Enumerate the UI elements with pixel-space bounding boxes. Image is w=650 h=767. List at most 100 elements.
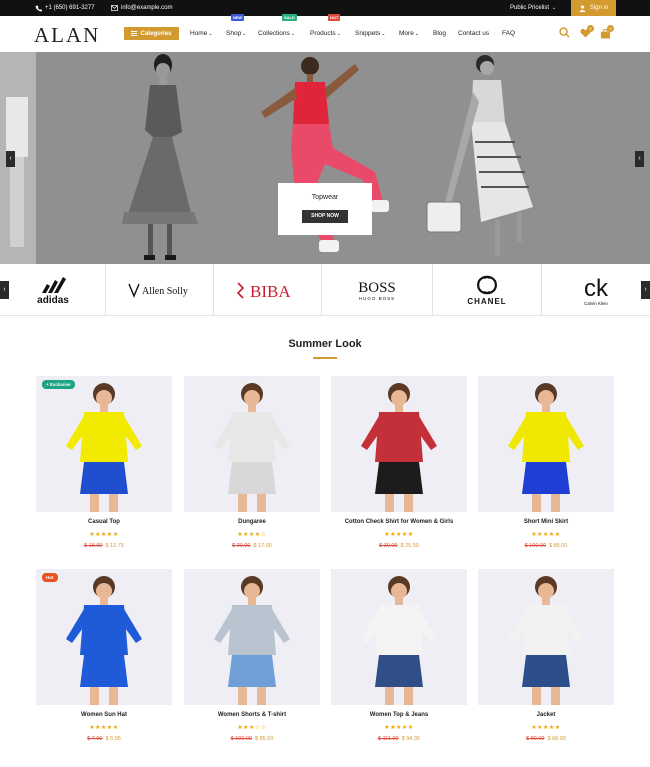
nav-label: More xyxy=(399,30,414,37)
top-bar: +1 (650) 691-3277 info@example.com Publi… xyxy=(0,0,650,16)
nav-products[interactable]: Products⌄ xyxy=(310,30,341,37)
sale-price: $ 94.35 xyxy=(401,736,420,742)
brand-adidas[interactable]: adidas xyxy=(0,264,105,316)
model-figure xyxy=(508,576,584,705)
sale-price: $ 85.00 xyxy=(255,736,274,742)
brand-name: CHANEL xyxy=(467,297,506,306)
email-contact[interactable]: info@example.com xyxy=(111,0,172,16)
rating-stars-icon: ★★★★★ xyxy=(531,725,561,731)
brand-allen-solly[interactable]: Allen Solly xyxy=(105,264,213,316)
product-image[interactable] xyxy=(478,376,614,512)
product-image[interactable] xyxy=(331,376,467,512)
chevron-down-icon: ⌄ xyxy=(208,31,213,37)
brand-carousel: adidas Allen Solly BIBA BOSS HUGO BOSS C… xyxy=(0,264,650,316)
product-card[interactable]: Women Shorts & T-shirt ★★★☆☆ $ 100.00 $ 85.… xyxy=(184,569,320,749)
product-name[interactable]: Women Sun Hat xyxy=(36,712,172,718)
product-card[interactable]: Hot Women Sun Hat ★★★★★ $ 7.00 $ 5.95 xyxy=(36,569,172,749)
brand-biba[interactable]: BIBA xyxy=(213,264,321,316)
categories-button[interactable]: Categories xyxy=(124,27,179,40)
model-grey-dress xyxy=(122,54,198,260)
rating-stars-icon: ★★★★★ xyxy=(384,725,414,731)
allen-solly-logo: Allen Solly xyxy=(127,283,187,298)
brand-calvin-klein[interactable]: ck Calvin Klein xyxy=(541,264,650,316)
title-underline xyxy=(313,357,337,359)
product-name[interactable]: Jacket xyxy=(478,712,614,718)
product-price: $ 111.00 $ 94.35 xyxy=(331,736,467,742)
product-tag-badge: + Exclusive xyxy=(42,380,75,389)
product-image[interactable] xyxy=(36,376,172,512)
nav-more[interactable]: More⌄ xyxy=(399,30,419,37)
product-name[interactable]: Short Mini Skirt xyxy=(478,519,614,525)
product-card[interactable]: + Exclusive Casual Top ★★★★★ $ 15.00 $ 12.75 xyxy=(36,376,172,556)
hero-prev-arrow[interactable]: ‹ xyxy=(6,151,15,167)
product-image[interactable] xyxy=(184,569,320,705)
user-icon xyxy=(579,5,586,12)
sale-price: $ 17.00 xyxy=(253,543,272,549)
shop-now-button[interactable]: SHOP NOW xyxy=(302,210,348,223)
product-name[interactable]: Women Shorts & T-shirt xyxy=(184,712,320,718)
hero-next-arrow[interactable]: › xyxy=(635,151,644,167)
chanel-logo: CHANEL xyxy=(467,275,506,306)
product-image[interactable] xyxy=(478,569,614,705)
email-icon xyxy=(111,5,118,11)
product-card[interactable]: Jacket ★★★★★ $ 80.00 $ 68.00 xyxy=(478,569,614,749)
nav-contact[interactable]: Contact us xyxy=(458,30,489,37)
sign-in-label: Sign in xyxy=(589,5,609,11)
phone-contact[interactable]: +1 (650) 691-3277 xyxy=(35,0,95,16)
product-name[interactable]: Cotton Check Shirt for Women & Girls xyxy=(331,519,467,525)
brand-name: BIBA xyxy=(250,282,291,301)
brand-chanel[interactable]: CHANEL xyxy=(432,264,541,316)
pricelist-dropdown[interactable]: Public Pricelist ⌄ xyxy=(510,0,556,16)
model-figure xyxy=(214,383,290,512)
product-card[interactable]: Dungaree ★★★★☆ $ 20.00 $ 17.00 xyxy=(184,376,320,556)
brand-boss[interactable]: BOSS HUGO BOSS xyxy=(321,264,432,316)
sale-price: $ 5.95 xyxy=(105,736,121,742)
wishlist-count-badge: 0 xyxy=(587,25,594,32)
nav-label: Products xyxy=(310,30,336,37)
chevron-down-icon: ⌄ xyxy=(414,31,420,37)
product-card[interactable]: Women Top & Jeans ★★★★★ $ 111.00 $ 94.35 xyxy=(331,569,467,749)
nav-home[interactable]: Home⌄ xyxy=(190,30,213,37)
nav-collections[interactable]: Collections⌄ xyxy=(258,30,295,37)
nav-shop[interactable]: Shop⌄ xyxy=(226,30,246,37)
nav-snippets[interactable]: Snippets⌄ xyxy=(355,30,386,37)
product-card[interactable]: Cotton Check Shirt for Women & Girls ★★★★… xyxy=(331,376,467,556)
product-image[interactable] xyxy=(331,569,467,705)
sale-price: $ 85.00 xyxy=(549,543,568,549)
product-image[interactable] xyxy=(36,569,172,705)
hot-badge: HOT xyxy=(328,14,341,21)
rating-stars-icon: ★★★★★ xyxy=(384,532,414,538)
product-image[interactable] xyxy=(184,376,320,512)
nav-label: Snippets xyxy=(355,30,381,37)
cart-count-badge: 0 xyxy=(607,25,614,32)
model-figure xyxy=(361,383,437,512)
product-price: $ 100.00 $ 85.00 xyxy=(478,543,614,549)
chevron-down-icon: ⌄ xyxy=(336,31,341,37)
sign-in-button[interactable]: Sign in xyxy=(571,0,616,16)
old-price: $ 20.00 xyxy=(232,543,251,549)
product-price: $ 80.00 $ 68.00 xyxy=(478,736,614,742)
sale-price: $ 68.00 xyxy=(547,736,566,742)
nav-faq[interactable]: FAQ xyxy=(502,30,515,37)
rating-stars-icon: ★★★★★ xyxy=(89,725,119,731)
brand-prev-arrow[interactable]: ‹ xyxy=(0,281,9,299)
biba-logo: BIBA xyxy=(236,282,291,301)
model-figure xyxy=(361,576,437,705)
old-price: $ 100.00 xyxy=(524,543,547,549)
product-tag-badge: Hot xyxy=(42,573,58,582)
product-price: $ 100.00 $ 85.00 xyxy=(184,736,320,742)
hero-caption-card: Topwear SHOP NOW xyxy=(278,183,372,235)
nav-blog[interactable]: Blog xyxy=(433,30,446,37)
search-icon[interactable] xyxy=(559,27,570,38)
old-price: $ 100.00 xyxy=(230,736,253,742)
new-badge: NEW xyxy=(231,14,245,21)
brand-next-arrow[interactable]: › xyxy=(641,281,650,299)
product-name[interactable]: Casual Top xyxy=(36,519,172,525)
sale-price: $ 12.75 xyxy=(105,543,124,549)
site-logo[interactable]: ALAN xyxy=(34,23,100,48)
product-card[interactable]: Short Mini Skirt ★★★★★ $ 100.00 $ 85.00 xyxy=(478,376,614,556)
product-name[interactable]: Dungaree xyxy=(184,519,320,525)
product-name[interactable]: Women Top & Jeans xyxy=(331,712,467,718)
chevron-down-icon: ⌄ xyxy=(552,5,557,11)
nav-label: FAQ xyxy=(502,30,516,37)
